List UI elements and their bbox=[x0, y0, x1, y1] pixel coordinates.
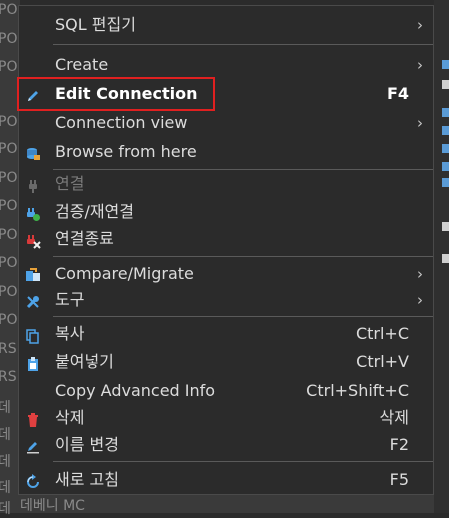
rename-icon bbox=[25, 437, 41, 454]
bg-fragment: PO bbox=[0, 31, 18, 47]
refresh-icon bbox=[25, 472, 41, 488]
bg-fragment: 데 bbox=[0, 427, 11, 443]
bg-marker-icon bbox=[442, 178, 449, 187]
plug-icon bbox=[25, 176, 41, 193]
highlight-box bbox=[17, 77, 215, 111]
submenu-arrow-icon: › bbox=[417, 291, 423, 309]
bg-marker-icon bbox=[442, 144, 449, 153]
menu-item-shortcut: F5 bbox=[389, 470, 409, 489]
menu-item-sql-editor[interactable]: SQL 편집기 › bbox=[19, 12, 433, 38]
menu-item-browse-from-here[interactable]: Browse from here bbox=[19, 139, 433, 165]
menu-item-label: Copy Advanced Info bbox=[55, 381, 216, 400]
bg-fragment: PO bbox=[0, 59, 18, 75]
menu-item-label: 삭제 bbox=[55, 408, 85, 427]
bg-fragment: PO bbox=[0, 141, 18, 157]
menu-item-label: 이름 변경 bbox=[55, 435, 119, 454]
bg-marker-icon bbox=[442, 254, 449, 263]
bg-marker-icon bbox=[442, 60, 449, 69]
menu-separator bbox=[53, 316, 433, 317]
tools-icon bbox=[25, 292, 41, 309]
menu-item-label: Connection view bbox=[55, 113, 188, 132]
bg-fragment: 데 bbox=[0, 501, 11, 517]
bg-fragment: RS bbox=[0, 341, 17, 357]
menu-item-compare-migrate[interactable]: Compare/Migrate › bbox=[19, 261, 433, 287]
menu-item-label: Browse from here bbox=[55, 142, 197, 161]
menu-separator bbox=[53, 461, 433, 462]
paste-icon bbox=[25, 354, 41, 371]
menu-item-shortcut: 삭제 bbox=[379, 408, 409, 427]
bg-fragment: PO bbox=[0, 114, 18, 130]
submenu-arrow-icon: › bbox=[417, 114, 423, 132]
database-browse-icon bbox=[25, 144, 41, 160]
compare-icon bbox=[25, 266, 41, 282]
submenu-arrow-icon: › bbox=[417, 56, 423, 74]
menu-item-delete[interactable]: 삭제 삭제 bbox=[19, 405, 433, 431]
bg-marker-icon bbox=[442, 126, 449, 135]
bg-marker-icon bbox=[442, 80, 449, 89]
menu-item-copy[interactable]: 복사 Ctrl+C bbox=[19, 321, 433, 347]
menu-item-paste[interactable]: 붙여넣기 Ctrl+V bbox=[19, 349, 433, 375]
bg-fragment: PO bbox=[0, 2, 18, 18]
bg-fragment: 데 bbox=[0, 454, 11, 470]
background-right-panel bbox=[434, 0, 449, 513]
menu-item-shortcut: F2 bbox=[389, 435, 409, 454]
menu-item-shortcut: F4 bbox=[386, 84, 409, 103]
disconnect-icon bbox=[25, 231, 41, 249]
menu-item-rename[interactable]: 이름 변경 F2 bbox=[19, 432, 433, 458]
menu-item-label: 새로 고침 bbox=[55, 470, 119, 489]
menu-separator bbox=[53, 256, 433, 257]
menu-item-label: 검증/재연결 bbox=[55, 202, 134, 221]
menu-item-connect[interactable]: 연결 bbox=[19, 171, 433, 197]
trash-icon bbox=[25, 410, 41, 427]
menu-item-label: 연결 bbox=[55, 174, 85, 193]
menu-item-shortcut: Ctrl+C bbox=[355, 324, 409, 343]
bg-fragment: PO bbox=[0, 312, 18, 328]
bg-fragment: RS bbox=[0, 369, 17, 385]
menu-item-label: 붙여넣기 bbox=[55, 352, 114, 371]
bg-fragment: 데 bbox=[0, 400, 11, 416]
bg-fragment: PO bbox=[0, 198, 18, 214]
menu-item-tools[interactable]: 도구 › bbox=[19, 287, 433, 313]
bg-marker-icon bbox=[442, 162, 449, 171]
menu-item-label: 연결종료 bbox=[55, 229, 114, 248]
menu-item-label: Compare/Migrate bbox=[55, 264, 194, 283]
menu-item-label: SQL 편집기 bbox=[55, 15, 136, 34]
menu-item-shortcut: Ctrl+V bbox=[356, 352, 409, 371]
bg-marker-icon bbox=[442, 108, 449, 117]
bg-fragment: PO bbox=[0, 227, 18, 243]
bg-fragment: 데 bbox=[0, 480, 11, 496]
menu-item-create[interactable]: Create › bbox=[19, 52, 433, 78]
menu-item-shortcut: Ctrl+Shift+C bbox=[306, 381, 409, 400]
menu-item-validate-reconnect[interactable]: 검증/재연결 bbox=[19, 199, 433, 225]
menu-separator bbox=[53, 169, 433, 170]
bg-fragment: PO bbox=[0, 255, 18, 271]
bg-fragment: PO bbox=[0, 284, 18, 300]
bg-fragment: PO bbox=[0, 170, 18, 186]
menu-item-copy-advanced-info[interactable]: Copy Advanced Info Ctrl+Shift+C bbox=[19, 378, 433, 404]
menu-item-label: 도구 bbox=[55, 290, 85, 309]
background-bottom-strip: 데베니 MC bbox=[20, 495, 434, 513]
submenu-arrow-icon: › bbox=[417, 265, 423, 283]
context-menu: SQL 편집기 › Create › Edit Connection F4 Co… bbox=[17, 5, 434, 495]
menu-item-connection-view[interactable]: Connection view › bbox=[19, 110, 433, 136]
menu-item-label: 복사 bbox=[55, 324, 85, 343]
reconnect-icon bbox=[25, 204, 41, 221]
bg-marker-icon bbox=[442, 222, 449, 231]
menu-separator bbox=[53, 44, 433, 45]
menu-item-label: Create bbox=[55, 55, 109, 74]
menu-item-disconnect[interactable]: 연결종료 bbox=[19, 226, 433, 252]
copy-icon bbox=[25, 326, 41, 344]
submenu-arrow-icon: › bbox=[417, 16, 423, 34]
menu-item-refresh[interactable]: 새로 고침 F5 bbox=[19, 467, 433, 493]
bg-bottom-text: 데베니 MC bbox=[20, 498, 85, 513]
